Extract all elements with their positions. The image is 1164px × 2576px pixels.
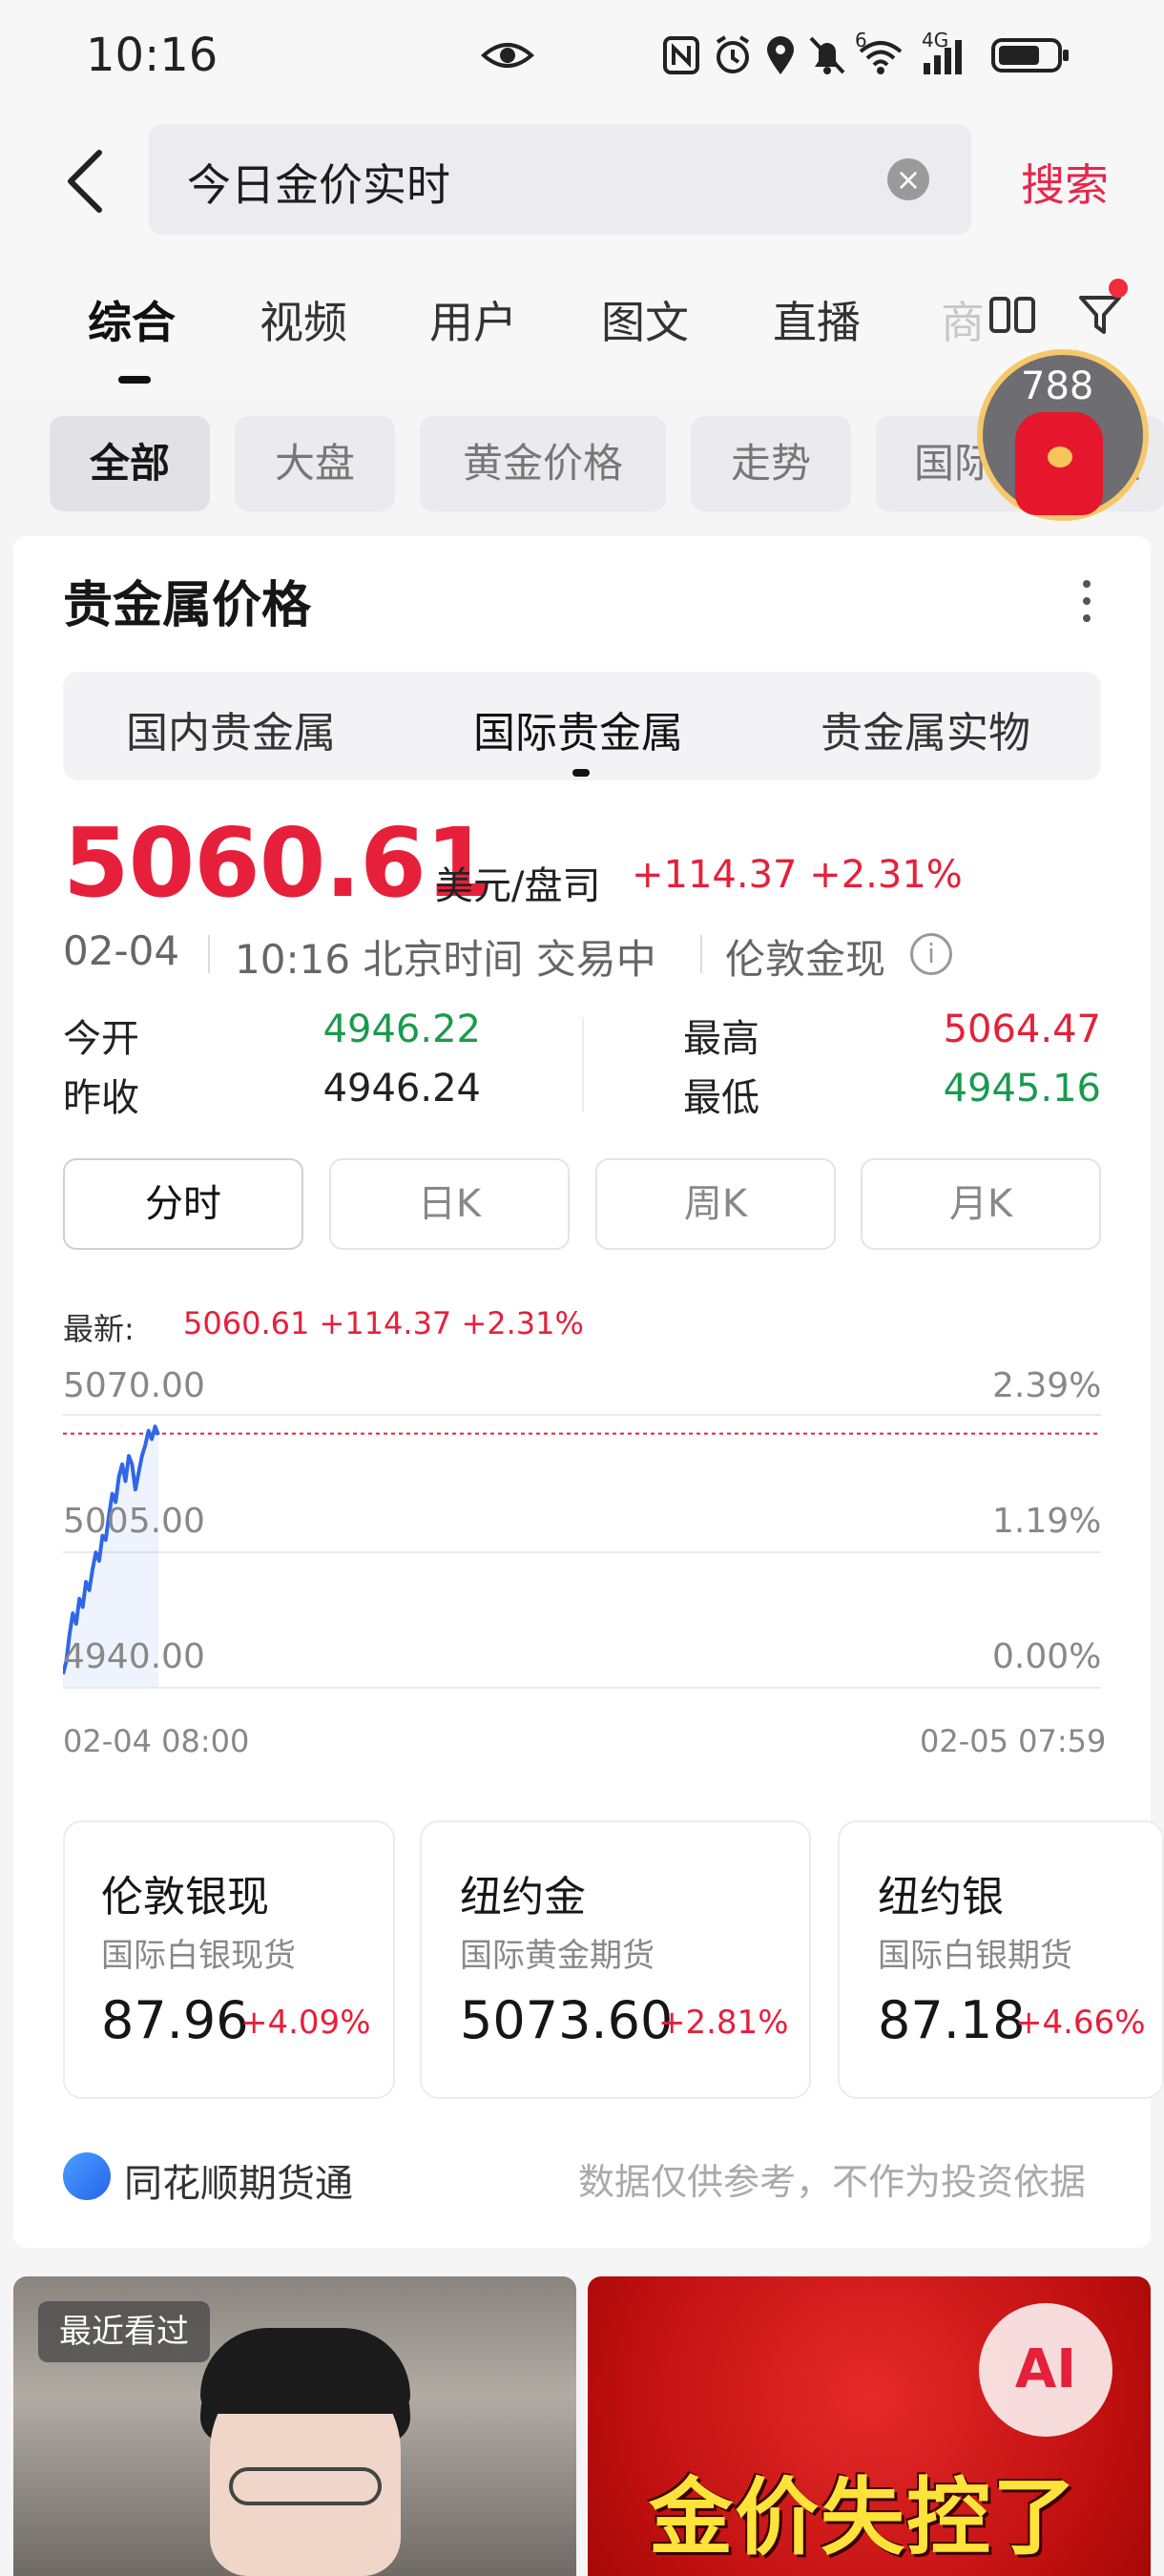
product-name: 伦敦金现 [725, 936, 886, 983]
intraday-chart[interactable] [63, 1374, 1101, 1698]
high-value: 5064.47 [943, 1008, 1101, 1051]
related-name: 伦敦银现 [101, 1873, 269, 1922]
low-value: 4945.16 [943, 1067, 1101, 1111]
open-label: 今开 [63, 1017, 139, 1061]
back-arrow-icon[interactable] [57, 143, 114, 219]
meta-divider [700, 935, 702, 973]
status-time: 10:16 [86, 29, 218, 82]
high-label: 最高 [683, 1017, 759, 1061]
more-options-icon[interactable] [1082, 578, 1091, 624]
search-button[interactable]: 搜索 [1021, 151, 1109, 214]
related-name: 纽约银 [878, 1873, 1004, 1922]
eye-icon [481, 43, 534, 68]
related-change: +4.09% [240, 2004, 371, 2042]
daily-k-button[interactable]: 日K [329, 1158, 570, 1250]
related-sub: 国际黄金期货 [460, 1937, 655, 1975]
latest-label: 最新: [63, 1311, 135, 1347]
source-name[interactable]: 同花顺期货通 [124, 2152, 353, 2208]
info-icon[interactable]: i [910, 933, 952, 975]
location-icon [767, 36, 794, 74]
y-label-mid: 5005.00 [63, 1502, 205, 1541]
filter-icon[interactable] [1078, 292, 1122, 338]
red-packet-clasp [1048, 447, 1072, 467]
prev-close-label: 昨收 [63, 1076, 139, 1120]
x-label-end: 02-05 07:59 [920, 1723, 1107, 1759]
nfc-icon [663, 36, 699, 74]
chip-all[interactable]: 全部 [50, 416, 210, 511]
stats-divider [582, 1017, 584, 1112]
trade-date: 02-04 [63, 927, 180, 974]
ai-assistant-button[interactable]: AI [979, 2303, 1112, 2437]
current-price: 5060.61 [63, 807, 491, 919]
chip-market[interactable]: 大盘 [235, 416, 395, 511]
related-price: 87.96 [101, 1990, 249, 2050]
segment-international[interactable]: 国际贵金属 [473, 698, 683, 759]
related-name: 纽约金 [460, 1873, 586, 1922]
y-pct-top: 2.39% [992, 1366, 1102, 1405]
meta-divider [208, 935, 210, 973]
wifi-badge: 6 [855, 29, 867, 52]
tab-shop[interactable]: 商 [941, 288, 985, 351]
y-pct-bottom: 0.00% [992, 1637, 1102, 1676]
source-logo-icon [63, 2152, 111, 2200]
tab-all[interactable]: 综合 [88, 288, 176, 351]
thumbnail-headline: 金价失控了 [649, 2468, 1079, 2566]
segment-physical[interactable]: 贵金属实物 [821, 698, 1030, 759]
y-pct-mid: 1.19% [992, 1502, 1102, 1541]
monthly-k-button[interactable]: 月K [861, 1158, 1101, 1250]
clear-icon[interactable]: × [887, 158, 929, 200]
x-label-start: 02-04 08:00 [63, 1723, 250, 1759]
related-sub: 国际白银现货 [101, 1937, 296, 1975]
recently-viewed-tag: 最近看过 [38, 2301, 210, 2362]
related-sub: 国际白银期货 [878, 1937, 1072, 1975]
intraday-button[interactable]: 分时 [63, 1158, 303, 1250]
mute-icon [809, 36, 845, 74]
battery-icon [991, 38, 1069, 73]
segment-domestic[interactable]: 国内贵金属 [126, 698, 336, 759]
thumbnail-person-glasses [229, 2467, 382, 2505]
price-unit: 美元/盘司 [435, 864, 601, 908]
search-query[interactable]: 今日金价实时 [187, 151, 450, 214]
thumbnail-person-hair-top [200, 2328, 410, 2414]
layout-toggle-icon[interactable] [988, 296, 1036, 334]
trade-status: 10:16 北京时间 交易中 [235, 936, 656, 983]
related-change: +2.81% [658, 2004, 789, 2042]
card-title: 贵金属价格 [63, 577, 312, 634]
tab-image-text[interactable]: 图文 [601, 288, 689, 351]
open-value: 4946.22 [322, 1008, 481, 1051]
chip-gold-price[interactable]: 黄金价格 [420, 416, 666, 511]
notification-dot [1109, 279, 1128, 298]
alarm-icon [716, 35, 750, 73]
low-label: 最低 [683, 1076, 759, 1120]
tab-live[interactable]: 直播 [773, 288, 861, 351]
price-change: +114.37 +2.31% [632, 853, 963, 897]
y-label-top: 5070.00 [63, 1366, 205, 1405]
disclaimer: 数据仅供参考，不作为投资依据 [578, 2161, 1087, 2203]
segment-active-indicator [572, 769, 590, 777]
related-price: 5073.60 [460, 1990, 674, 2050]
related-change: +4.66% [1015, 2004, 1146, 2042]
y-label-bottom: 4940.00 [63, 1637, 205, 1676]
tab-video[interactable]: 视频 [260, 288, 347, 351]
weekly-k-button[interactable]: 周K [595, 1158, 836, 1250]
tab-active-indicator [118, 376, 151, 384]
red-packet-count: 788 [1021, 364, 1094, 408]
prev-close-value: 4946.24 [322, 1067, 481, 1111]
signal-icon [924, 40, 962, 74]
latest-value: 5060.61 +114.37 +2.31% [183, 1305, 584, 1341]
chip-trend[interactable]: 走势 [691, 416, 851, 511]
related-price: 87.18 [878, 1990, 1026, 2050]
tab-user[interactable]: 用户 [429, 288, 517, 351]
